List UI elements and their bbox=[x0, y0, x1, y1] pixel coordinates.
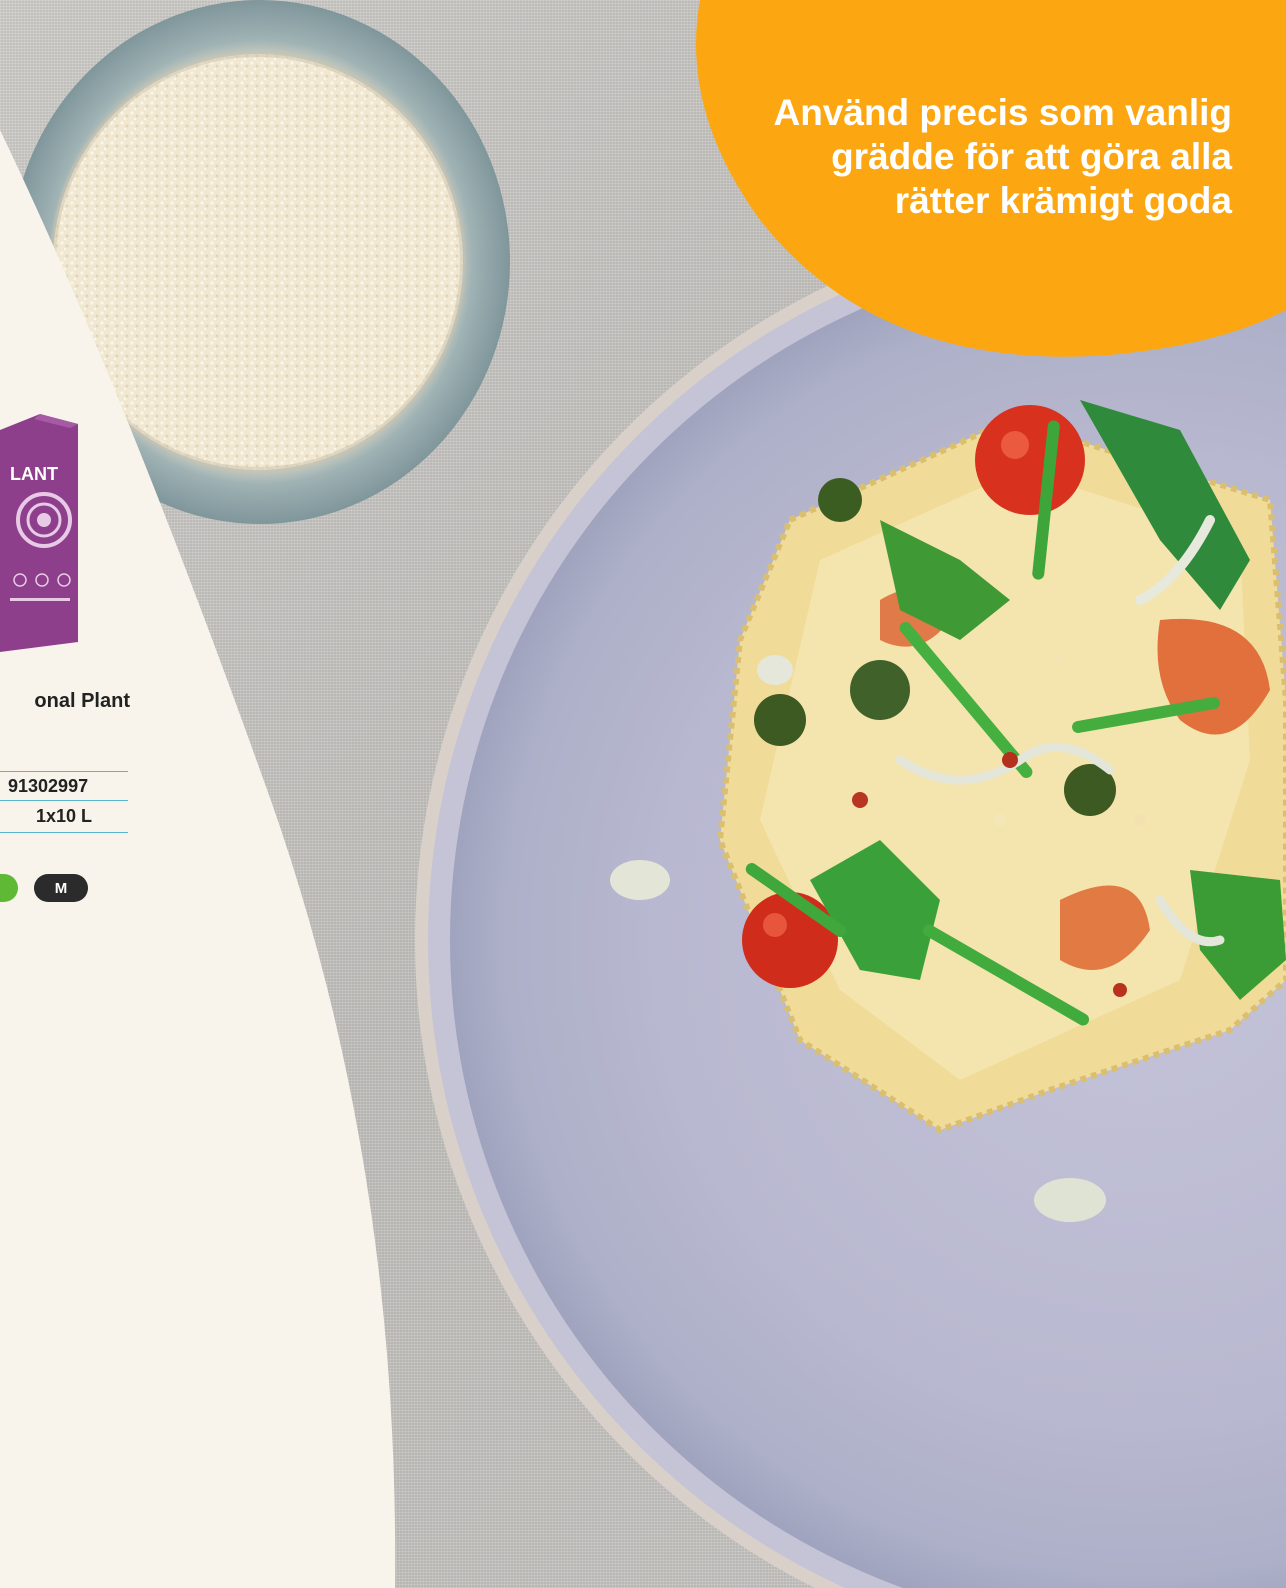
product-name: onal Plant bbox=[34, 690, 130, 712]
food-photo: LANT bbox=[0, 0, 1286, 1588]
callout-text: Använd precis som vanlig grädde för att … bbox=[712, 91, 1232, 223]
diet-badges: M bbox=[0, 874, 100, 904]
vegan-badge bbox=[0, 874, 18, 902]
m-badge: M bbox=[34, 874, 88, 902]
product-box-label: LANT bbox=[10, 464, 58, 484]
spec-row-package-size: 1x10 L bbox=[0, 801, 128, 833]
package-size: 1x10 L bbox=[36, 806, 93, 826]
callout-line-2: grädde för att göra alla bbox=[831, 136, 1232, 177]
article-number: 91302997 bbox=[8, 775, 89, 796]
callout-line-3: rätter krämigt goda bbox=[894, 180, 1232, 221]
spec-row-article-number: 91302997 bbox=[0, 771, 128, 801]
product-spec-table: 91302997 1x10 L bbox=[0, 771, 128, 833]
callout-line-1: Använd precis som vanlig bbox=[773, 92, 1232, 133]
product-box-image: LANT bbox=[0, 414, 78, 652]
